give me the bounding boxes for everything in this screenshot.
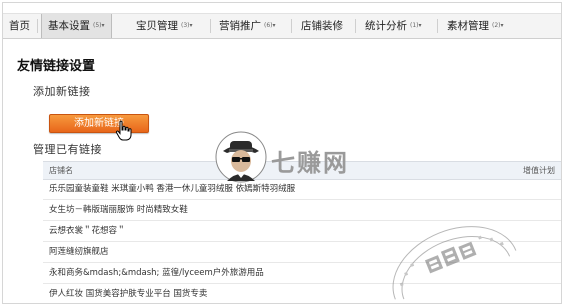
- shop-name-cell[interactable]: 阿莲缝纫旗舰店: [49, 242, 109, 262]
- nav-item-management[interactable]: 宝贝管理 (3)▾: [136, 14, 193, 38]
- table-row: 女生坊－韩版瑞丽服饰 时尚精致女鞋: [43, 200, 561, 221]
- chevron-down-icon: (1)▾: [410, 22, 422, 29]
- nav-basic-settings[interactable]: 基本设置 (5)▾: [41, 14, 112, 38]
- nav-divider: [210, 19, 211, 33]
- chevron-down-icon: (6)▾: [264, 22, 276, 29]
- chevron-down-icon: (3)▾: [181, 22, 193, 29]
- shop-name-cell[interactable]: 云想衣裳＂花想容＂: [49, 221, 126, 241]
- nav-material-management-label: 素材管理: [447, 20, 489, 32]
- watermark-stamp-icon: [392, 226, 517, 300]
- watermark-logo-icon: [215, 131, 267, 183]
- column-header-shop-name: 店铺名: [49, 166, 73, 175]
- table-row: 乐乐园童装童鞋 米琪童小鸭 香港一休儿童羽绒服 依嫣斯特羽绒服: [43, 179, 561, 200]
- nav-home-label: 首页: [9, 20, 30, 32]
- shop-name-cell[interactable]: 伊人红妆 国货美容护肤专业平台 国货专卖: [49, 284, 207, 303]
- manage-links-section-title: 管理已有链接: [33, 143, 102, 156]
- nav-statistics[interactable]: 统计分析 (1)▾: [365, 14, 422, 38]
- browser-frame: 首页 基本设置 (5)▾ 宝贝管理 (3)▾ 营销推广 (6)▾ 店铺装修 统计分析(…: [2, 2, 562, 304]
- shop-name-cell[interactable]: 女生坊－韩版瑞丽服饰 时尚精致女鞋: [49, 200, 188, 220]
- hand-cursor-icon: [115, 120, 132, 141]
- nav-divider: [37, 19, 38, 33]
- chevron-down-icon: (2)▾: [492, 22, 504, 29]
- top-nav: 首页 基本设置 (5)▾ 宝贝管理 (3)▾ 营销推广 (6)▾ 店铺装修 统计分析(…: [3, 13, 561, 39]
- add-link-button[interactable]: 添加新链接: [49, 114, 149, 133]
- nav-divider: [437, 19, 438, 33]
- page-title: 友情链接设置: [17, 59, 96, 74]
- nav-marketing-label: 营销推广: [219, 20, 261, 32]
- nav-statistics-label: 统计分析: [365, 20, 407, 32]
- nav-material-management[interactable]: 素材管理 (2)▾: [447, 14, 504, 38]
- nav-item-management-label: 宝贝管理: [136, 20, 178, 32]
- watermark-text: 七赚网: [271, 149, 349, 177]
- nav-home[interactable]: 首页: [9, 14, 30, 38]
- column-header-value-plan: 增值计划: [523, 166, 555, 175]
- nav-shop-decoration[interactable]: 店铺装修: [301, 14, 343, 38]
- shop-name-cell[interactable]: 永和商务&mdash;&mdash; 蓝徨/lyceem户外旅游用品: [49, 263, 264, 283]
- nav-marketing[interactable]: 营销推广 (6)▾: [219, 14, 276, 38]
- nav-divider: [291, 19, 292, 33]
- chevron-down-icon: (5)▾: [93, 22, 105, 29]
- nav-divider: [355, 19, 356, 33]
- nav-shop-decoration-label: 店铺装修: [301, 20, 343, 32]
- nav-basic-settings-label: 基本设置: [48, 20, 90, 32]
- add-link-section-title: 添加新链接: [33, 85, 91, 98]
